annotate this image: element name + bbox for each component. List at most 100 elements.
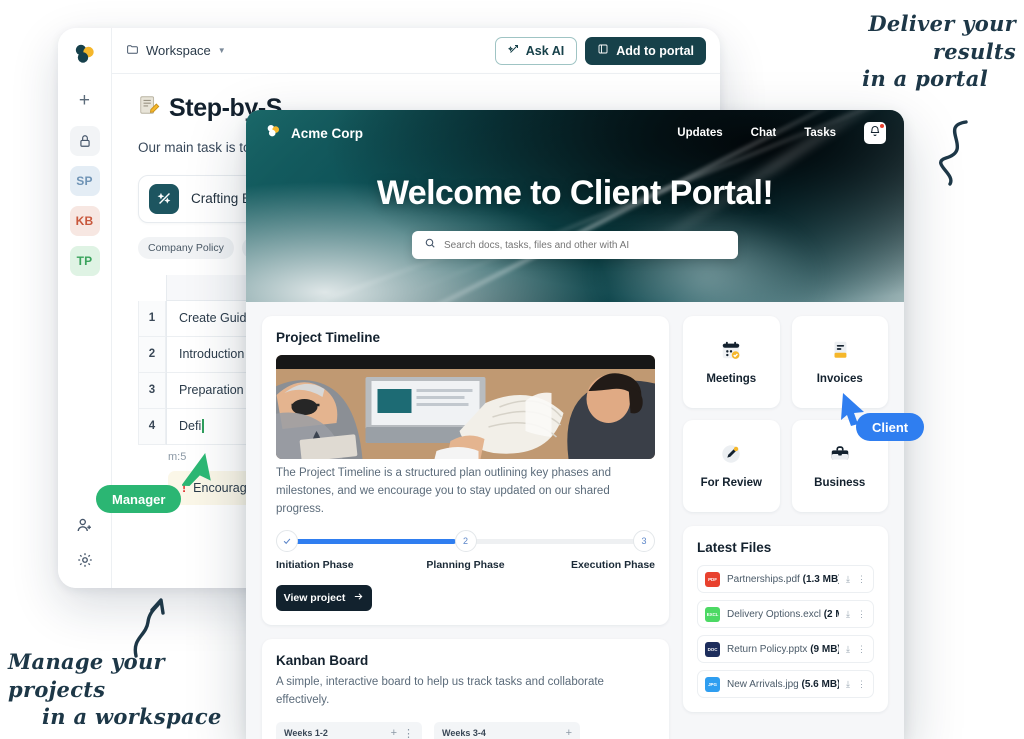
file-size: (5.6 MB): [801, 678, 840, 690]
ask-ai-button[interactable]: Ask AI: [494, 36, 578, 65]
annotation-line-2: in a portal: [862, 66, 988, 92]
folder-icon: [126, 43, 139, 59]
gear-icon[interactable]: [76, 551, 94, 574]
file-name: Partnerships.pdf (1.3 MB): [727, 574, 839, 585]
nav-item-updates[interactable]: Updates: [677, 127, 722, 139]
portal-hero: Acme Corp Updates Chat Tasks Welcome to …: [246, 110, 904, 302]
more-vertical-icon[interactable]: ⋮: [857, 574, 866, 585]
file-row[interactable]: DOC Return Policy.pptx (9 MB) ⤓ ⋮: [697, 635, 874, 663]
file-row[interactable]: PDF Partnerships.pdf (1.3 MB) ⤓ ⋮: [697, 565, 874, 593]
download-icon[interactable]: ⤓: [846, 679, 850, 690]
step-label: Planning Phase: [426, 559, 505, 572]
table-numbers-head: [138, 275, 166, 301]
file-name: Delivery Options.excl (2 MB): [727, 609, 839, 620]
project-timeline-description: The Project Timeline is a structured pla…: [276, 467, 611, 515]
manager-cursor-pointer: [182, 453, 211, 486]
clover-logo-icon: [264, 122, 283, 144]
rail-bottom-actions: [76, 516, 94, 588]
more-vertical-icon[interactable]: ⋮: [857, 679, 866, 690]
text-caret: [202, 419, 204, 434]
search-icon: [424, 236, 436, 254]
more-vertical-icon[interactable]: ⋮: [857, 644, 866, 655]
file-name-text: Delivery Options.excl: [727, 608, 821, 620]
add-to-portal-label: Add to portal: [616, 43, 694, 58]
add-to-portal-button[interactable]: Add to portal: [585, 36, 706, 65]
latest-files-title: Latest Files: [697, 540, 772, 555]
kanban-description: A simple, interactive board to help us t…: [276, 676, 604, 707]
nav-item-chat[interactable]: Chat: [751, 127, 777, 139]
clover-logo-icon: [70, 40, 100, 70]
download-icon[interactable]: ⤓: [846, 609, 850, 620]
sidebar-item-sp[interactable]: SP: [69, 166, 100, 196]
sidebar-item-tp[interactable]: TP: [69, 246, 100, 276]
pencil-icon: [720, 443, 742, 469]
project-timeline-title: Project Timeline: [276, 330, 381, 345]
tile-label: Business: [814, 477, 866, 489]
portal-icon: [597, 43, 609, 58]
search-input[interactable]: [444, 239, 726, 251]
progress-step-execution[interactable]: 3 Execution Phase: [563, 530, 655, 571]
download-icon[interactable]: ⤓: [846, 644, 850, 655]
portal-body: Project Timeline The Project Timeline is…: [246, 302, 904, 739]
kanban-column-weeks-3-4: Weeks 3-4 + Create project plan and time…: [434, 722, 580, 739]
kanban-columns: Weeks 1-2 + ⋮ Preparation of regulatory …: [276, 722, 655, 739]
file-name-text: Partnerships.pdf: [727, 573, 800, 585]
file-row[interactable]: JPG New Arrivals.jpg (5.6 MB) ⤓ ⋮: [697, 670, 874, 698]
chip-company-policy[interactable]: Company Policy: [138, 236, 234, 259]
tile-label: Meetings: [706, 373, 757, 385]
tile-meetings[interactable]: Meetings: [683, 316, 780, 408]
step-marker-upcoming: 3: [633, 530, 655, 553]
add-user-icon[interactable]: [76, 516, 94, 539]
tile-for-review[interactable]: For Review: [683, 420, 780, 512]
annotation-line-2: in a workspace: [42, 704, 222, 730]
breadcrumb[interactable]: Workspace ▼: [126, 43, 226, 59]
kanban-column-weeks-1-2: Weeks 1-2 + ⋮ Preparation of regulatory …: [276, 722, 422, 739]
table-row-number: 4: [138, 408, 166, 445]
excel-file-icon: EXCL: [705, 606, 720, 622]
sidebar-item-kb[interactable]: KB: [69, 206, 100, 236]
portal-brand[interactable]: Acme Corp: [264, 122, 363, 144]
portal-search-bar[interactable]: [412, 231, 738, 259]
step-marker-done: [276, 530, 298, 553]
arrow-right-icon: [353, 591, 364, 605]
add-button[interactable]: +: [70, 86, 100, 116]
kanban-board-card: Kanban Board A simple, interactive board…: [262, 639, 669, 739]
annotation-deliver-results: Deliver your results in a portal: [786, 10, 1016, 93]
manager-cursor-badge: Manager: [96, 485, 182, 513]
chevron-down-icon[interactable]: ▼: [218, 46, 226, 55]
more-vertical-icon[interactable]: ⋮: [857, 609, 866, 620]
annotation-line-1: Deliver your results: [868, 11, 1016, 64]
file-name: Return Policy.pptx (9 MB): [727, 644, 839, 655]
workspace-topbar: Workspace ▼ Ask AI Add to portal: [112, 28, 720, 74]
more-vertical-icon[interactable]: ⋮: [403, 727, 414, 739]
latest-files-list: PDF Partnerships.pdf (1.3 MB) ⤓ ⋮ EXCL D…: [697, 565, 874, 698]
project-progress: Initiation Phase 2 Planning Phase 3 Exec…: [276, 530, 655, 571]
client-portal-window: Acme Corp Updates Chat Tasks Welcome to …: [246, 110, 904, 739]
view-project-button[interactable]: View project: [276, 585, 372, 612]
plus-icon[interactable]: +: [566, 727, 572, 739]
invoice-icon: [829, 339, 851, 365]
progress-steps: Initiation Phase 2 Planning Phase 3 Exec…: [276, 530, 655, 571]
step-marker-current: 2: [454, 530, 477, 553]
notification-dot: [880, 124, 884, 128]
step-label: Execution Phase: [570, 559, 655, 572]
progress-step-initiation[interactable]: Initiation Phase: [276, 530, 368, 571]
nav-item-tasks[interactable]: Tasks: [804, 127, 836, 139]
download-icon[interactable]: ⤓: [846, 574, 850, 585]
calendar-icon: [720, 339, 742, 365]
file-row[interactable]: EXCL Delivery Options.excl (2 MB) ⤓ ⋮: [697, 600, 874, 628]
annotation-arrow-workspace: [133, 598, 165, 658]
plus-icon[interactable]: +: [391, 727, 397, 739]
table-row-numbers: 1 2 3 4: [138, 275, 166, 445]
table-row-number: 3: [138, 372, 166, 409]
file-size: (2 MB): [823, 608, 839, 620]
hero-title: Welcome to Client Portal!: [376, 174, 774, 212]
sparkle-icon: [507, 43, 520, 58]
kanban-column-title: Weeks 1-2: [284, 728, 328, 739]
lock-icon[interactable]: [69, 126, 100, 156]
tile-label: For Review: [700, 477, 762, 489]
memo-icon: [138, 94, 160, 123]
latest-files-card: Latest Files PDF Partnerships.pdf (1.3 M…: [683, 526, 888, 712]
notifications-button[interactable]: [864, 122, 886, 144]
progress-step-planning[interactable]: 2 Planning Phase: [420, 530, 512, 571]
